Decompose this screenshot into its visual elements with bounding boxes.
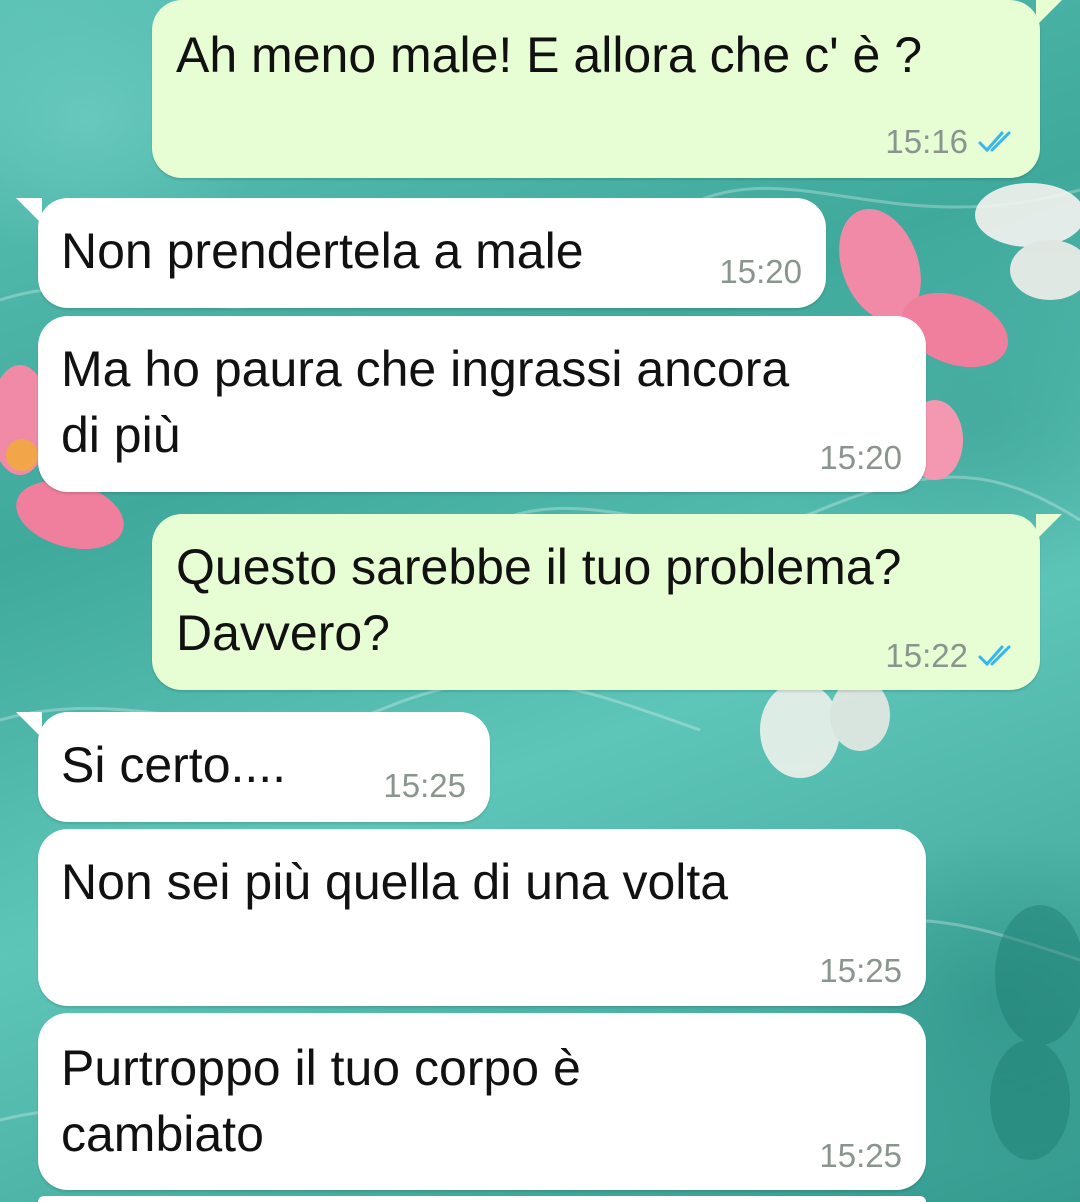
leaf-right-bottom — [990, 905, 1080, 1160]
bubble-tail — [16, 198, 42, 224]
message-meta: 15:25 — [383, 767, 466, 805]
message-meta: 15:22 — [885, 637, 1018, 675]
double-check-icon — [978, 644, 1018, 668]
message-text: Questo sarebbe il tuo problema? Davvero? — [176, 539, 902, 661]
message-meta: 15:25 — [819, 1137, 902, 1175]
message-incoming[interactable]: Non sei più quella di una volta 15:25 — [38, 829, 926, 1006]
flower-white-middle — [760, 679, 890, 778]
bubble-tail — [1036, 0, 1062, 26]
message-time: 15:16 — [885, 123, 968, 160]
message-outgoing[interactable]: Questo sarebbe il tuo problema? Davvero?… — [152, 514, 1062, 690]
double-check-icon — [978, 130, 1018, 154]
message-meta: 15:20 — [819, 439, 902, 477]
message-text: Purtroppo il tuo corpo è cambiato — [61, 1040, 581, 1162]
message-text: Non sei più quella di una volta — [61, 854, 729, 910]
message-incoming[interactable]: Si certo.... 15:25 — [16, 712, 490, 822]
message-text: Non prendertela a male — [61, 223, 584, 279]
message-meta: 15:25 — [819, 952, 902, 990]
flower-top-right — [975, 183, 1080, 300]
message-time: 15:25 — [383, 767, 466, 804]
message-meta: 15:20 — [719, 253, 802, 291]
message-meta: 15:16 — [885, 123, 1018, 161]
message-text: Si certo.... — [61, 737, 287, 793]
message-time: 15:20 — [719, 253, 802, 290]
bubble-tail — [1036, 514, 1062, 540]
message-incoming[interactable]: Ma ho paura che ingrassi ancora di più 1… — [38, 316, 926, 492]
message-time: 15:22 — [885, 637, 968, 674]
message-outgoing[interactable]: Ah meno male! E allora che c' è ? 15:16 — [152, 0, 1062, 178]
message-text: Ma ho paura che ingrassi ancora di più — [61, 341, 790, 463]
message-incoming-partial[interactable] — [38, 1196, 926, 1202]
message-time: 15:25 — [819, 952, 902, 989]
message-time: 15:25 — [819, 1137, 902, 1174]
bubble-tail — [16, 712, 42, 738]
message-incoming[interactable]: Non prendertela a male 15:20 — [16, 198, 826, 308]
message-incoming[interactable]: Purtroppo il tuo corpo è cambiato 15:25 — [38, 1013, 926, 1190]
message-time: 15:20 — [819, 439, 902, 476]
message-text: Ah meno male! E allora che c' è ? — [176, 27, 923, 83]
